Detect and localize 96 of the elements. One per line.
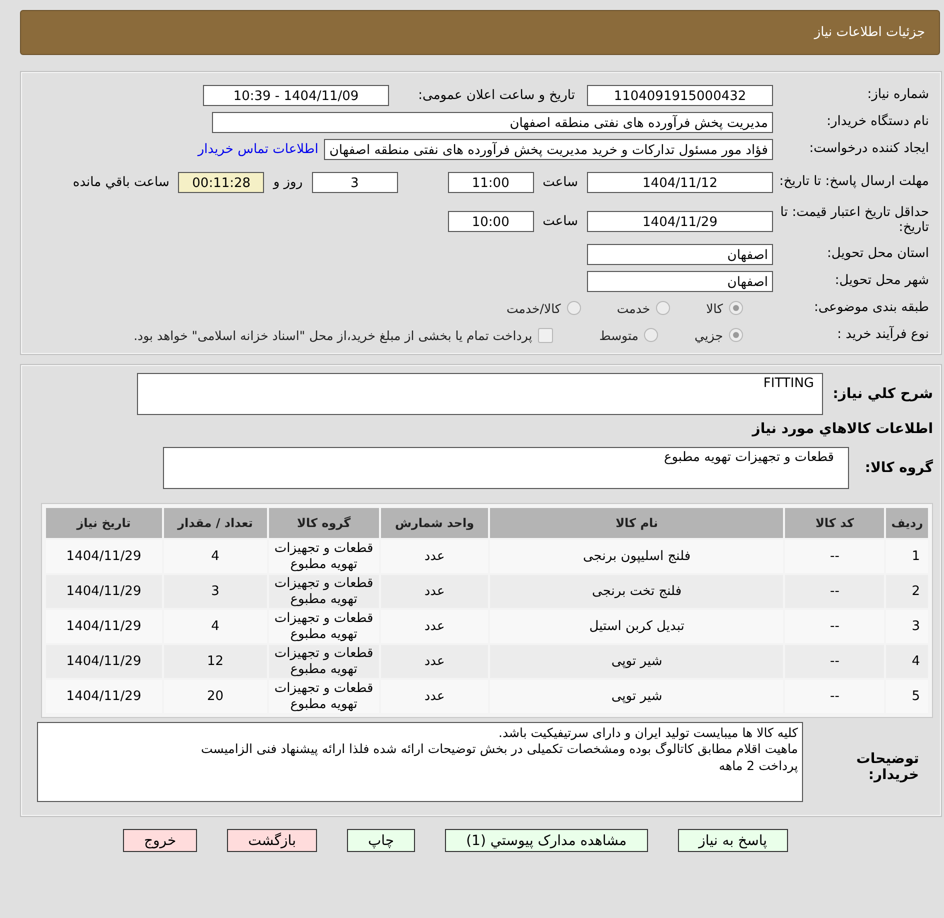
radio-button[interactable]: [729, 328, 743, 342]
need-number-field: 1104091915000432: [587, 84, 773, 106]
table-cell: فلنج تخت برنجی: [490, 575, 784, 608]
column-header: واحد شمارش: [380, 508, 488, 538]
note-line: کلیه کالا ها میبایست تولید ایران و دارای سرتیفیکیت باشد.: [498, 725, 798, 742]
field-label: نوع فرآیند خرید :: [836, 328, 929, 342]
goods-group-field: قطعات و تجهیزات تهویه مطبوع: [163, 447, 849, 489]
table-cell: 1: [886, 540, 928, 573]
table-cell: 20: [164, 680, 268, 713]
field-label: ساعت باقي مانده: [72, 174, 170, 190]
column-header: نام کالا: [490, 508, 784, 538]
note-line: ماهیت اقلام مطابق کاتالوگ بوده ومشخصات تکمیلی در بخش توضیحات ارائه شده فلذا ارائه پیشنهاد فنی الزامیست: [200, 741, 798, 758]
field-label: شهر محل تحویل:: [834, 274, 929, 288]
countdown-field: 00:11:28: [178, 172, 264, 192]
field-label: روز و: [272, 174, 304, 190]
radio-label: متوسط: [599, 328, 638, 342]
table-cell: قطعات و تجهیزات تهویه مطبوع: [269, 575, 379, 608]
field-label: شماره نیاز:: [866, 88, 929, 102]
table-cell: 1404/11/29: [46, 540, 162, 573]
description-field: FITTING: [137, 373, 823, 415]
column-header: ردیف: [886, 508, 928, 538]
field-label: ساعت: [542, 214, 579, 228]
note-line: پرداخت 2 ماهه: [718, 758, 798, 774]
table-cell: --: [785, 680, 884, 713]
table-cell: تبدیل کربن استیل: [490, 610, 784, 643]
field-label: تاریخ و ساعت اعلان عمومی:: [417, 88, 575, 102]
date-field: 1404/11/29: [587, 210, 773, 232]
table-cell: 1404/11/29: [46, 645, 162, 678]
time-field: 10:00: [448, 210, 534, 232]
radio-label: کالا: [706, 300, 723, 316]
table-cell: قطعات و تجهیزات تهویه مطبوع: [269, 540, 379, 573]
table-cell: 4: [164, 610, 268, 643]
radio-button[interactable]: [644, 328, 658, 342]
field-label: مهلت ارسال پاسخ: تا تاریخ:: [779, 174, 929, 190]
days-field: 3: [312, 172, 398, 192]
table-cell: 4: [164, 540, 268, 573]
contact-link[interactable]: اطلاعات تماس خریدار: [198, 142, 318, 156]
buyer-field: مدیریت پخش فرآورده های نفتی منطقه اصفهان: [212, 112, 773, 132]
radio-label: جزيي: [694, 328, 723, 342]
table-cell: --: [785, 645, 884, 678]
table-cell: فلنج اسلیپون برنجی: [490, 540, 784, 573]
radio-button[interactable]: [566, 301, 581, 315]
table-cell: قطعات و تجهیزات تهویه مطبوع: [269, 680, 379, 713]
field-label: حداقل تاریخ اعتبار قیمت: تا تاریخ:: [779, 206, 929, 236]
field-label: نام دستگاه خریدار:: [826, 114, 929, 130]
action-button[interactable]: چاپ: [346, 829, 416, 852]
table-cell: قطعات و تجهیزات تهویه مطبوع: [269, 610, 379, 643]
field-label: طبقه بندی موضوعی:: [812, 300, 929, 316]
announce-date-field: 1404/11/09 - 10:39: [203, 84, 389, 106]
checkbox[interactable]: [538, 328, 554, 342]
table-cell: شیر توپی: [490, 645, 784, 678]
action-button[interactable]: خروج: [122, 829, 198, 852]
action-button[interactable]: پاسخ به نیاز: [678, 829, 788, 852]
table-cell: 1404/11/29: [46, 575, 162, 608]
table-cell: 1404/11/29: [46, 610, 162, 643]
table-cell: عدد: [380, 575, 488, 608]
table-cell: عدد: [380, 645, 488, 678]
radio-button[interactable]: [729, 301, 743, 315]
table-cell: 1404/11/29: [46, 680, 162, 713]
creator-field: فؤاد مور مسئول تدارکات و خرید مدیریت پخش فرآورده های نفتی منطقه اصفهان: [324, 138, 773, 160]
column-header: گروه کالا: [269, 508, 379, 538]
table-cell: 3: [886, 610, 928, 643]
table-cell: --: [785, 610, 884, 643]
field-label: ایجاد کننده درخواست:: [808, 142, 929, 156]
table-cell: 3: [164, 575, 268, 608]
radio-button[interactable]: [656, 301, 670, 315]
province-field: اصفهان: [587, 244, 773, 264]
table-cell: عدد: [380, 540, 488, 573]
table-cell: عدد: [380, 610, 488, 643]
table-cell: 5: [886, 680, 928, 713]
section-title: اطلاعات کالاهاي مورد نیاز: [750, 421, 933, 437]
field-label: توضیحات خریدار:: [855, 751, 919, 783]
table-cell: 2: [886, 575, 928, 608]
radio-label: خدمت: [616, 300, 650, 316]
field-label: استان محل تحویل:: [826, 246, 929, 262]
date-field: 1404/11/12: [587, 172, 773, 192]
table-cell: قطعات و تجهیزات تهویه مطبوع: [269, 645, 379, 678]
column-header: تاریخ نیاز: [46, 508, 162, 538]
field-label: ساعت: [542, 174, 579, 190]
action-button[interactable]: بازگشت: [227, 829, 317, 852]
time-field: 11:00: [448, 172, 534, 192]
radio-label: کالا/خدمت: [506, 300, 561, 316]
checkbox-label: پرداخت تمام یا بخشی از مبلغ خرید،از محل "اسناد خزانه اسلامی" خواهد بود.: [134, 328, 532, 342]
table-cell: --: [785, 540, 884, 573]
table-cell: 12: [164, 645, 268, 678]
table-cell: عدد: [380, 680, 488, 713]
table-cell: شیر توپی: [490, 680, 784, 713]
table-cell: --: [785, 575, 884, 608]
city-field: اصفهان: [587, 270, 773, 292]
field-label: شرح کلي نیاز:: [832, 386, 933, 402]
page-title: جزئیات اطلاعات نیاز: [814, 25, 925, 40]
action-button[interactable]: مشاهده مدارک پیوستي (1): [445, 829, 648, 852]
field-label: گروه کالا:: [864, 460, 933, 476]
column-header: کد کالا: [785, 508, 884, 538]
table-cell: 4: [886, 645, 928, 678]
column-header: تعداد / مقدار: [164, 508, 268, 538]
